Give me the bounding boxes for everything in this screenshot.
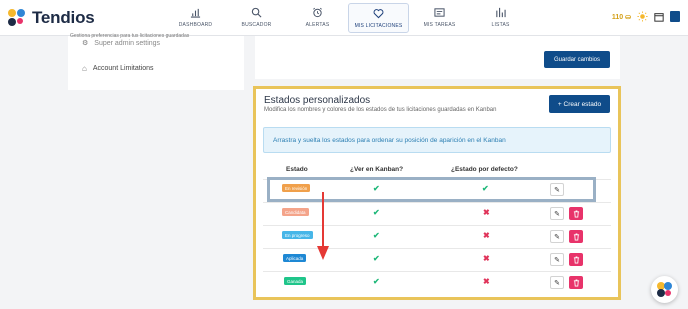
check-icon: ✔ — [373, 231, 380, 240]
logo[interactable]: Tendios — [8, 8, 95, 28]
sidebar-item-account-limitations[interactable]: ⌂ Account Limitations — [82, 64, 154, 73]
sidebar-item-label: Super admin settings — [94, 39, 161, 47]
nav-label: DASHBOARD — [178, 21, 213, 28]
nav-buscador[interactable]: BUSCADOR — [226, 0, 287, 34]
delete-button[interactable] — [569, 253, 583, 266]
x-icon: ✖ — [483, 208, 490, 217]
help-chat-button[interactable] — [651, 276, 678, 303]
edit-button[interactable]: ✎ — [550, 253, 564, 266]
delete-button[interactable] — [569, 207, 583, 220]
app-name: Tendios — [32, 8, 95, 27]
nav-mis-tareas[interactable]: MIS TAREAS — [409, 0, 470, 34]
create-estado-button[interactable]: + Crear estado — [549, 95, 610, 113]
nav-alertas[interactable]: ALERTAS — [287, 0, 348, 34]
x-icon: ✖ — [483, 277, 490, 286]
nav-mis-licitaciones[interactable]: MIS LICITACIONES — [348, 3, 409, 33]
estados-title: Estados personalizados — [264, 95, 371, 106]
trash-icon — [573, 210, 579, 217]
drag-info-alert: Arrastra y suelta los estados para orden… — [263, 127, 611, 153]
column-header-estado: Estado — [286, 166, 308, 173]
pencil-icon: ✎ — [554, 210, 560, 218]
nav-label: MIS TAREAS — [423, 21, 456, 28]
x-icon: ✖ — [483, 231, 490, 240]
estados-subtitle: Modifica los nombres y colores de los es… — [264, 107, 497, 113]
home-icon: ⌂ — [82, 64, 87, 73]
settings-icon: ⚙ — [82, 40, 89, 47]
pencil-icon: ✎ — [554, 256, 560, 264]
table-divider — [263, 271, 611, 272]
credits-counter[interactable]: 110 ⛀ — [612, 13, 631, 21]
nav-dashboard[interactable]: DASHBOARD — [165, 0, 226, 34]
credits-value: 110 — [611, 13, 624, 21]
settings-card: Guardar cambios — [255, 36, 620, 79]
logo-mark-icon — [657, 282, 672, 297]
x-icon: ✖ — [483, 254, 490, 263]
user-avatar[interactable] — [670, 11, 680, 22]
delete-button[interactable] — [569, 230, 583, 243]
pencil-icon: ✎ — [554, 279, 560, 287]
task-board-icon — [434, 7, 445, 17]
list-chart-icon — [496, 7, 506, 17]
drag-down-arrow — [317, 192, 329, 260]
nav-label: MIS LICITACIONES — [354, 22, 403, 29]
top-right-controls: 110 ⛀ — [612, 11, 680, 22]
check-icon: ✔ — [373, 254, 380, 263]
trash-icon — [573, 233, 579, 240]
sun-icon[interactable] — [637, 11, 648, 22]
edit-button[interactable]: ✎ — [550, 230, 564, 243]
estado-badge: Aplicada — [283, 254, 307, 262]
edit-button[interactable]: ✎ — [550, 207, 564, 220]
column-header-kanban: ¿Ver en Kanban? — [350, 166, 404, 173]
search-icon — [251, 7, 262, 17]
estado-badge: Ganada — [284, 277, 307, 285]
edit-button[interactable]: ✎ — [550, 276, 564, 289]
column-header-default: ¿Estado por defecto? — [451, 166, 518, 173]
trash-icon — [573, 279, 579, 286]
estado-badge: Candidata — [282, 208, 309, 216]
coins-icon: ⛀ — [625, 13, 631, 21]
save-button[interactable]: Guardar cambios — [544, 51, 610, 68]
delete-button[interactable] — [569, 276, 583, 289]
trash-icon — [573, 256, 579, 263]
main-nav: DASHBOARD BUSCADOR ALERTAS MIS LICITACIO… — [165, 0, 531, 36]
calendar-icon[interactable] — [654, 12, 664, 22]
bar-chart-icon — [190, 8, 201, 18]
check-icon: ✔ — [373, 208, 380, 217]
sidebar-item-label: Account Limitations — [92, 65, 154, 72]
pencil-icon: ✎ — [554, 233, 560, 241]
nav-listas[interactable]: LISTAS — [470, 0, 531, 34]
nav-label: BUSCADOR — [241, 21, 272, 28]
nav-label: LISTAS — [491, 21, 510, 28]
nav-label: ALERTAS — [305, 21, 330, 28]
check-icon: ✔ — [373, 277, 380, 286]
top-navbar: Tendios DASHBOARD BUSCADOR ALERTAS MIS L… — [0, 0, 688, 36]
sidebar-item-super-admin[interactable]: ⚙ Super admin settings — [82, 39, 161, 48]
settings-sidebar: Gestiona preferencias para tus licitacio… — [68, 33, 244, 90]
alarm-clock-icon — [313, 7, 322, 17]
heart-icon — [373, 8, 384, 18]
estado-badge: En progreso — [282, 231, 313, 239]
info-text: Arrastra y suelta los estados para orden… — [273, 137, 506, 144]
logo-mark-icon — [8, 9, 26, 27]
